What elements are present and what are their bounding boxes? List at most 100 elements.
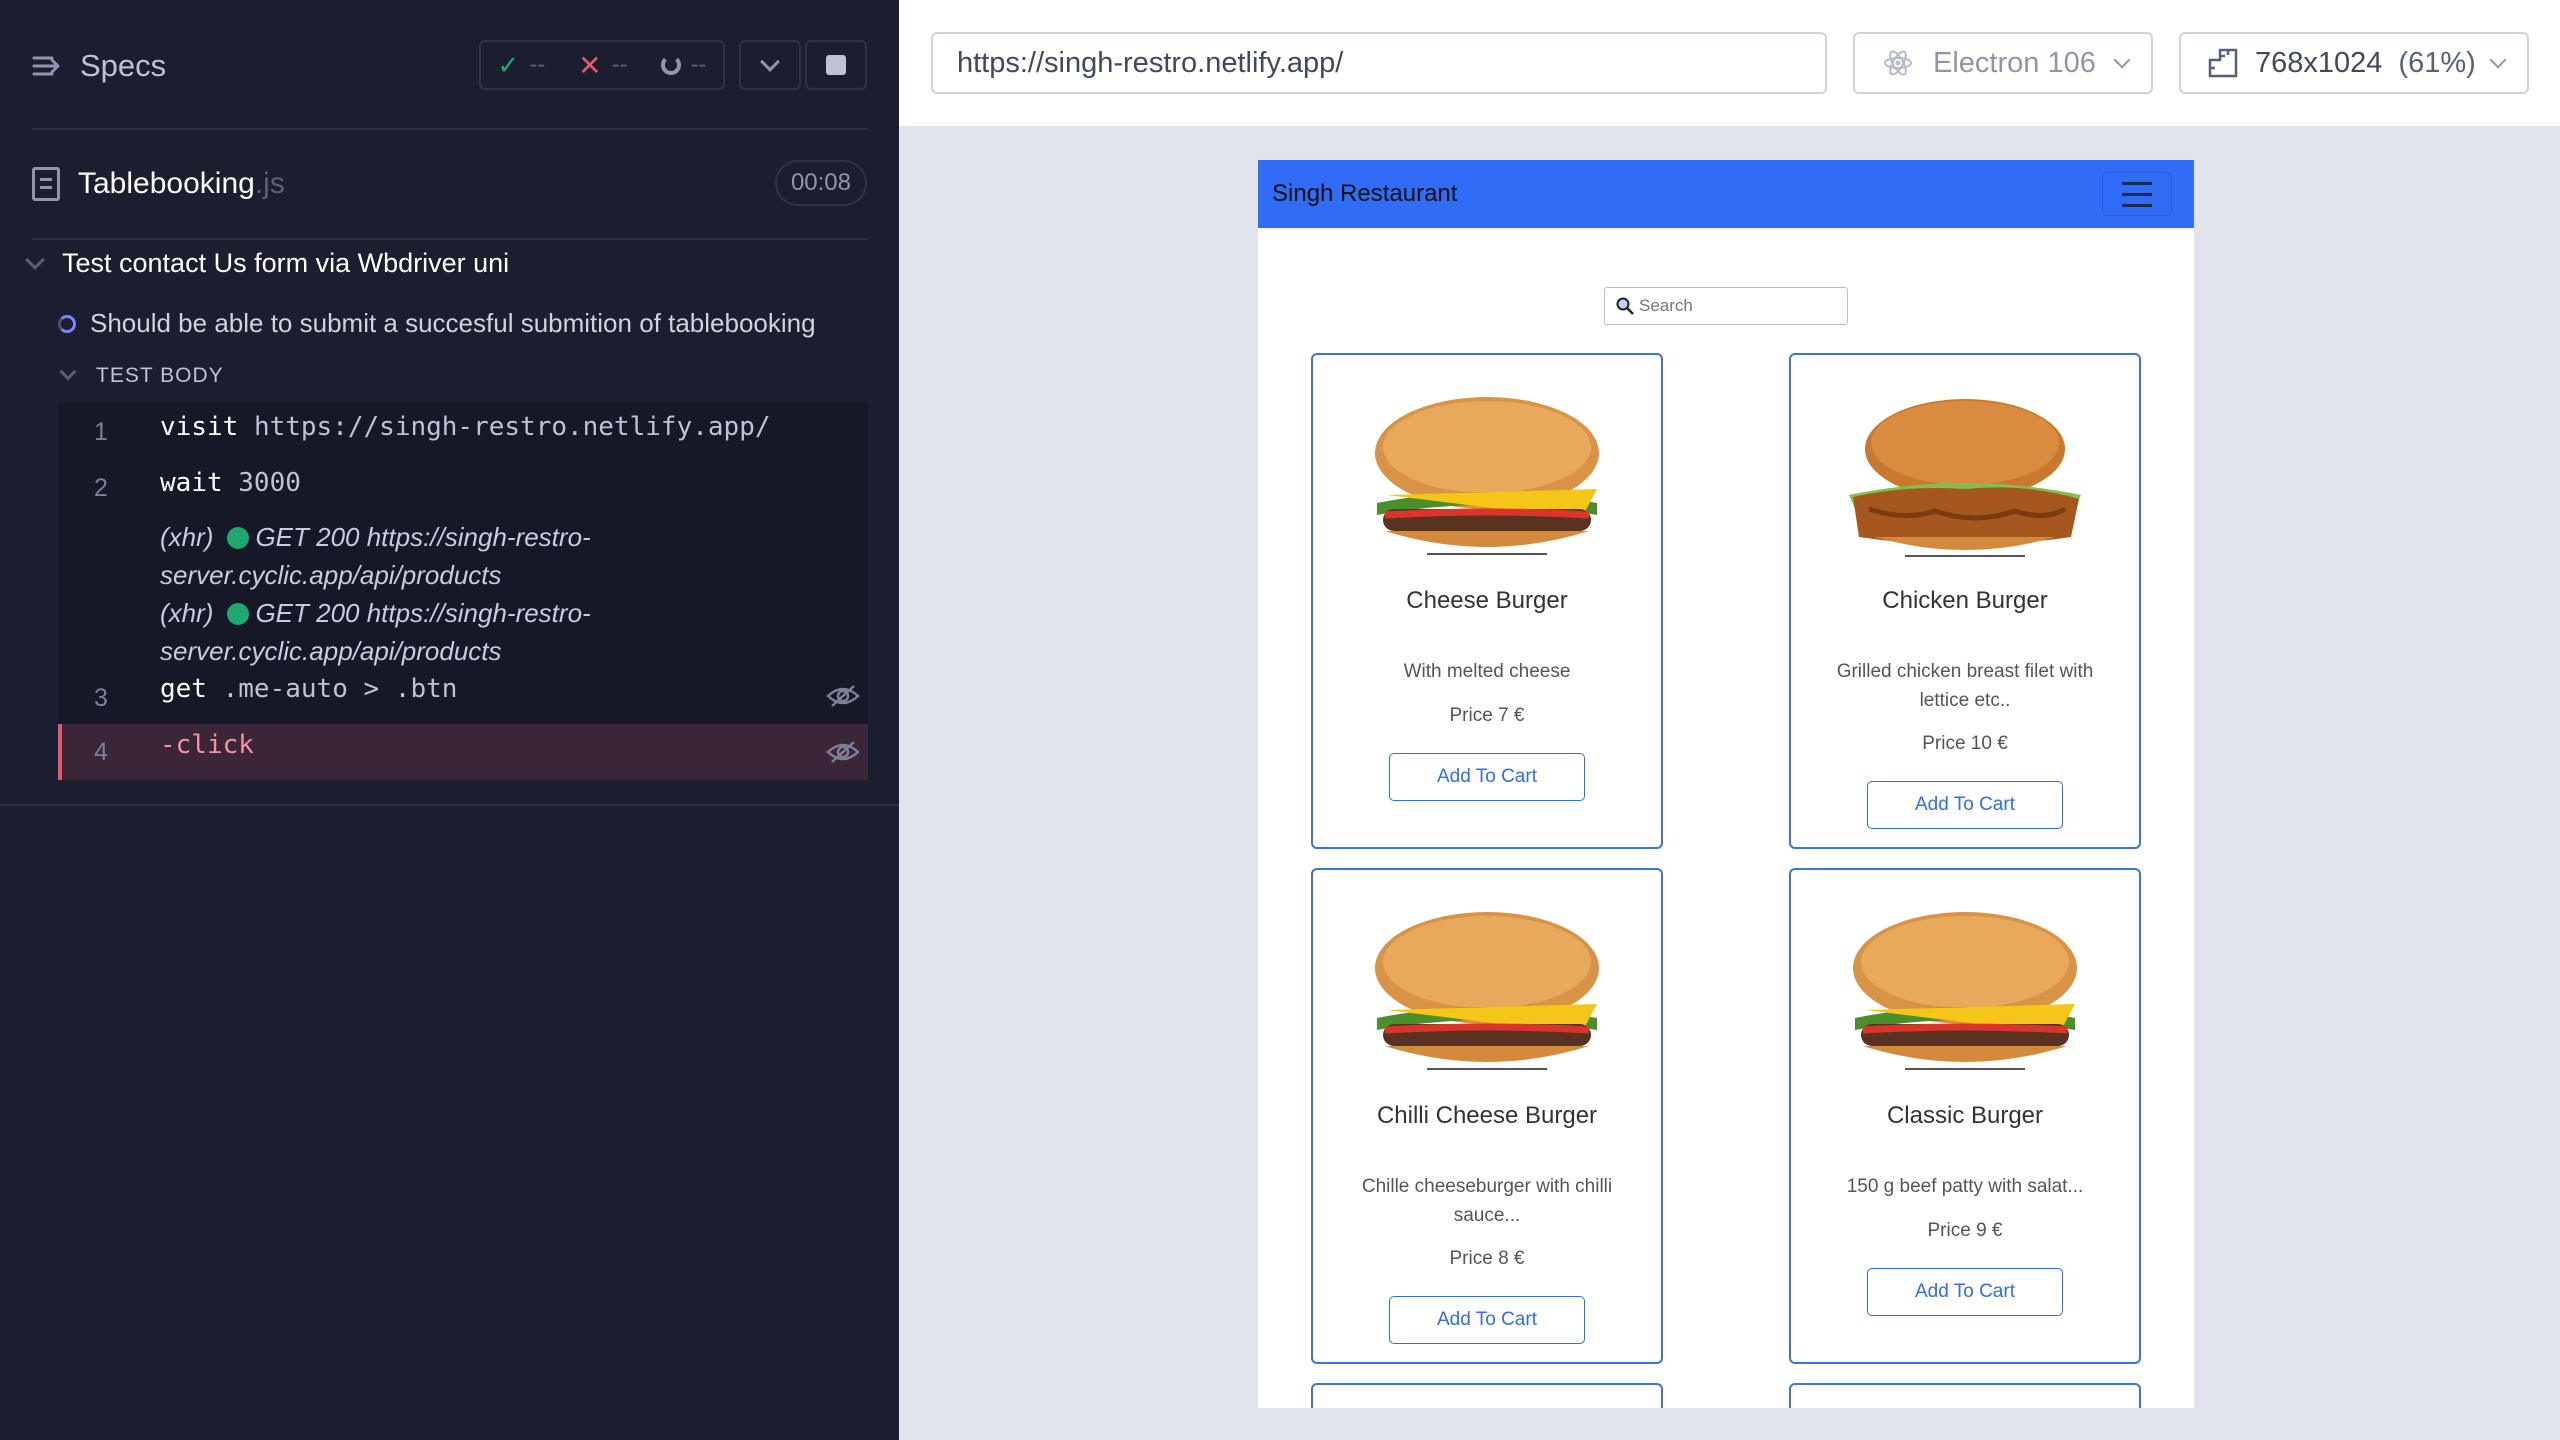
product-name: Cheese Burger — [1406, 587, 1568, 614]
failed-stat: ✕ -- — [578, 49, 627, 82]
xhr-entry[interactable]: (xhr) GET 200 https://singh-restro- serve… — [160, 594, 591, 670]
suite-row[interactable]: Test contact Us form via Wbdriver uni — [25, 248, 510, 279]
add-to-cart-button[interactable]: Add To Cart — [1867, 1268, 2063, 1316]
product-name: Chilli Cheese Burger — [1376, 1102, 1598, 1129]
xhr-entry[interactable]: (xhr) GET 200 https://singh-restro- serve… — [160, 518, 591, 594]
command-number: 1 — [94, 418, 108, 446]
menu-bar — [2122, 203, 2152, 207]
command-name-text: wait — [160, 468, 223, 498]
passed-stat: ✓ -- — [497, 50, 545, 81]
spec-file-header: Tablebooking.js 00:08 — [32, 152, 867, 216]
product-price: Price 9 € — [1927, 1220, 2003, 1241]
command-message: https://singh-restro.netlify.app/ — [253, 412, 771, 442]
product-card-partial — [1311, 1383, 1663, 1408]
product-card: Chilli Cheese Burger Chille cheeseburger… — [1311, 868, 1663, 1364]
product-price: Price 7 € — [1449, 705, 1525, 726]
eye-slash-icon[interactable] — [826, 740, 860, 764]
product-card: Chicken Burger Grilled chicken breast fi… — [1789, 353, 2141, 849]
chicken-burger-image — [1849, 399, 2081, 557]
running-icon — [58, 314, 76, 333]
command-name: visit https://singh-restro.netlify.app/ — [160, 412, 771, 442]
reporter-panel: Specs ✓ -- ✕ -- -- Tablebooking.js 00:08 T… — [0, 0, 899, 1440]
add-to-cart-button[interactable]: Add To Cart — [1867, 781, 2063, 829]
chilli-cheese-burger-image — [1375, 912, 1599, 1070]
test-row[interactable]: Should be able to submit a succesful sub… — [58, 308, 816, 339]
chevron-down-icon — [25, 249, 45, 270]
pending-icon — [660, 55, 681, 75]
command-name: wait 3000 — [160, 468, 301, 498]
product-card-partial — [1789, 1383, 2141, 1408]
command-row[interactable]: 2 wait 3000 — [58, 458, 868, 514]
viewport-size: 768x1024 — [2255, 46, 2383, 79]
chevron-down-icon — [2113, 51, 2131, 69]
command-name-text: get — [160, 674, 207, 704]
command-log: 1 visit https://singh-restro.netlify.app… — [58, 402, 868, 780]
chevron-down-icon — [760, 52, 780, 72]
command-row[interactable]: 1 visit https://singh-restro.netlify.app… — [58, 402, 868, 458]
url-bar[interactable]: https://singh-restro.netlify.app/ — [931, 32, 1827, 94]
suite-title: Test contact Us form via Wbdriver uni — [62, 248, 510, 278]
product-description: With melted cheese — [1403, 661, 1571, 682]
x-icon: ✕ — [578, 49, 602, 81]
chevron-down-icon — [2489, 51, 2507, 69]
xhr-line-2: server.cyclic.app/api/products — [160, 560, 502, 590]
pending-count: -- — [690, 51, 707, 78]
divider — [32, 238, 867, 240]
classic-burger-image — [1853, 912, 2077, 1070]
specs-list-icon[interactable] — [32, 51, 62, 81]
command-row-active[interactable]: 4 -click — [58, 724, 868, 780]
product-card: Cheese Burger With melted cheese Price 7… — [1311, 353, 1663, 849]
viewport-scale: (61%) — [2398, 46, 2476, 79]
brand-link[interactable]: Singh Restaurant — [1272, 180, 1457, 208]
product-name: Classic Burger — [1886, 1102, 2044, 1129]
add-to-cart-button[interactable]: Add To Cart — [1389, 1296, 1585, 1344]
xhr-line-1: GET 200 https://singh-restro- — [255, 522, 591, 552]
document-icon — [32, 167, 60, 201]
failed-count: -- — [611, 51, 628, 78]
command-number: 3 — [94, 684, 108, 712]
app-iframe: Singh Restaurant Search Cheese Burger Wi… — [1258, 160, 2194, 1408]
command-name: -click — [160, 730, 254, 760]
stop-icon — [826, 55, 846, 75]
check-icon: ✓ — [497, 49, 520, 80]
menu-bar — [2122, 181, 2152, 185]
passed-count: -- — [529, 51, 546, 78]
product-description: 150 g beef patty with salat... — [1846, 1176, 2084, 1197]
browser-selector[interactable]: Electron 106 — [1853, 32, 2153, 94]
stop-button[interactable] — [805, 40, 867, 90]
navbar-toggler-button[interactable] — [2102, 172, 2172, 216]
spec-file-ext: .js — [254, 167, 285, 200]
collapse-all-button[interactable] — [739, 40, 801, 90]
command-number: 2 — [94, 474, 108, 502]
chevron-down-icon — [59, 363, 77, 381]
product-price: Price 10 € — [1922, 733, 2008, 754]
viewport-selector[interactable]: 768x1024 (61%) — [2179, 32, 2529, 94]
command-row[interactable]: 3 get .me-auto > .btn — [58, 668, 868, 724]
test-stats: ✓ -- ✕ -- -- — [479, 40, 725, 90]
search-placeholder: Search — [1639, 296, 1693, 315]
product-name: Chicken Burger — [1882, 587, 2048, 614]
aut-header: https://singh-restro.netlify.app/ Electr… — [899, 0, 2560, 128]
test-body-header[interactable]: TEST BODY — [59, 363, 224, 388]
eye-slash-icon[interactable] — [826, 684, 860, 708]
duration-badge: 00:08 — [774, 160, 867, 206]
xhr-line-2: server.cyclic.app/api/products — [160, 636, 502, 666]
app-navbar: Singh Restaurant — [1258, 160, 2194, 228]
specs-title[interactable]: Specs — [80, 48, 166, 84]
spec-file-name[interactable]: Tablebooking.js — [78, 167, 285, 201]
xhr-prefix: (xhr) — [160, 598, 214, 628]
spec-file-basename: Tablebooking — [78, 167, 255, 200]
reporter-header: Specs ✓ -- ✕ -- -- — [32, 36, 867, 96]
command-message: .me-auto > .btn — [222, 674, 458, 704]
menu-bar — [2122, 192, 2152, 196]
search-input[interactable]: Search — [1604, 287, 1848, 325]
xhr-prefix: (xhr) — [160, 522, 214, 552]
status-success-icon — [227, 603, 250, 625]
ruler-icon — [2208, 48, 2238, 78]
add-to-cart-button[interactable]: Add To Cart — [1389, 753, 1585, 801]
product-price: Price 8 € — [1449, 1248, 1525, 1269]
command-name-text: visit — [160, 412, 239, 442]
xhr-line-1: GET 200 https://singh-restro- — [255, 598, 591, 628]
app-under-test-panel: https://singh-restro.netlify.app/ Electr… — [899, 0, 2560, 1440]
divider — [32, 128, 867, 130]
